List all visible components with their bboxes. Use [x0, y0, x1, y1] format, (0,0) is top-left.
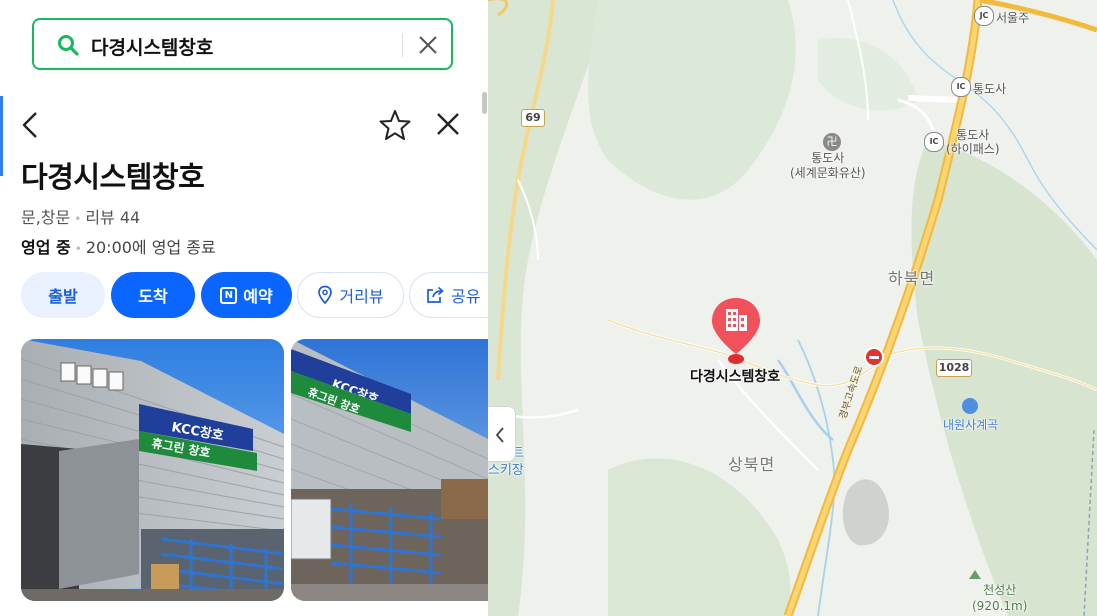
valley-label: 내원사계곡: [943, 418, 999, 432]
active-indicator: [0, 96, 3, 176]
back-button[interactable]: [18, 110, 44, 140]
share-label: 공유: [451, 287, 481, 306]
search-box[interactable]: 다경시스템창호: [32, 18, 453, 70]
streetview-label: 거리뷰: [339, 287, 384, 306]
action-buttons: 출발 도착 N 예약 거리뷰 공유: [21, 272, 488, 318]
place-meta: 문,창문 • 리뷰 44: [21, 208, 141, 227]
resort-name-2: 스키장: [488, 463, 524, 478]
factory-photo-image: KCC창호 휴그린 창호: [291, 339, 488, 601]
review-count-link[interactable]: 리뷰 44: [85, 208, 140, 227]
temple-icon: 卍: [823, 133, 841, 151]
place-photo-2[interactable]: KCC창호 휴그린 창호: [291, 339, 488, 601]
jc-badge-icon: JC: [974, 6, 994, 26]
close-panel-button[interactable]: [434, 110, 462, 138]
mountain-label: 천성산 (920.1m): [972, 582, 1027, 614]
streetview-button[interactable]: 거리뷰: [297, 272, 404, 318]
ic1-label: 통도사: [973, 82, 1007, 96]
business-hours[interactable]: 영업 중 • 20:00에 영업 종료: [21, 234, 216, 258]
mountain-name: 천성산: [983, 583, 1017, 597]
jc-label: 서울주: [996, 11, 1030, 25]
valley-icon: [962, 398, 978, 414]
place-category: 문,창문: [21, 208, 71, 227]
mountain-icon: [969, 570, 981, 579]
map-view[interactable]: 69 1028 JC 서울주 IC 통도사 IC 통도사 (하이패스) 卍 통도…: [488, 0, 1097, 616]
location-pin-icon: [318, 285, 333, 305]
search-divider: [402, 33, 403, 57]
naver-booking-icon: N: [220, 286, 238, 304]
arrive-button[interactable]: 도착: [111, 272, 195, 318]
place-panel: 다경시스템창호 다경시스템창호 문,창문 • 리뷰 44 영업 중 • 20:00에 영…: [0, 0, 488, 616]
ic-badge-icon: IC: [951, 77, 971, 97]
temple-name: 통도사: [811, 151, 845, 165]
favorite-star-icon[interactable]: [378, 108, 412, 142]
chevron-left-icon: [495, 427, 504, 443]
reserve-button[interactable]: N 예약: [201, 272, 292, 318]
share-button[interactable]: 공유: [409, 272, 488, 318]
no-entry-icon: [864, 347, 884, 367]
clear-search-icon[interactable]: [417, 34, 439, 56]
search-icon: [58, 35, 79, 56]
temple-label: 통도사 (세계문화유산): [790, 151, 866, 181]
mountain-height: (920.1m): [972, 599, 1028, 613]
ic2-sub: (하이패스): [946, 142, 1000, 156]
district-label-habuk: 하북면: [888, 269, 936, 288]
share-icon: [427, 286, 444, 303]
temple-sub: (세계문화유산): [790, 166, 866, 180]
ic2-name: 통도사: [956, 128, 990, 142]
search-input[interactable]: 다경시스템창호: [91, 33, 213, 60]
closing-time: 20:00에 영업 종료: [85, 238, 216, 257]
factory-photo-image: KCC창호 휴그린 창호: [21, 339, 284, 601]
reserve-label: 예약: [243, 287, 273, 306]
open-status: 영업 중: [21, 238, 71, 257]
building-marker-icon: [712, 298, 760, 364]
road-69-shield: 69: [521, 109, 545, 127]
road-1028-shield: 1028: [936, 359, 972, 377]
ic2-label: 통도사 (하이패스): [946, 128, 1000, 156]
district-label-sangbuk: 상북면: [728, 455, 776, 474]
collapse-panel-button[interactable]: [488, 406, 516, 462]
depart-button[interactable]: 출발: [21, 272, 105, 318]
marker-label: 다경시스템창호: [690, 369, 781, 385]
place-marker[interactable]: [710, 296, 762, 366]
place-title: 다경시스템창호: [21, 160, 205, 194]
place-photo-1[interactable]: KCC창호 휴그린 창호: [21, 339, 284, 601]
arrive-label: 도착: [138, 287, 168, 306]
panel-scrollbar[interactable]: [482, 92, 487, 114]
depart-label: 출발: [48, 287, 78, 306]
ic-badge-icon: IC: [924, 132, 944, 152]
